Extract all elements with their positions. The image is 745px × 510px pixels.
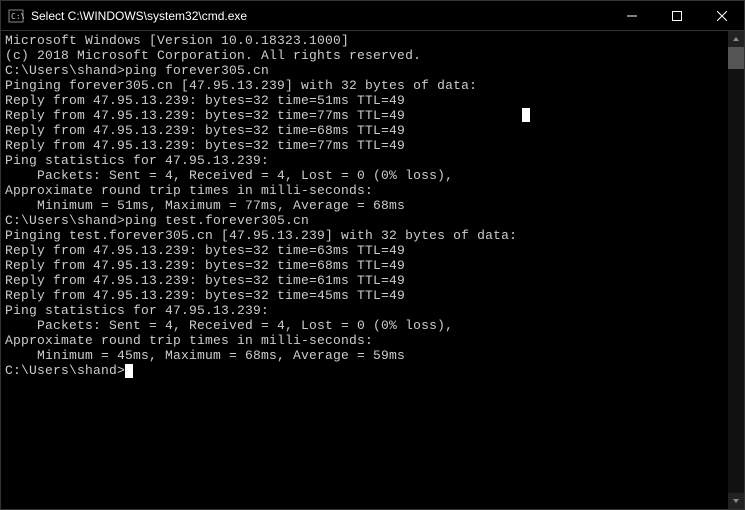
terminal-line: C:\Users\shand>ping forever305.cn bbox=[5, 63, 740, 78]
terminal-line: Reply from 47.95.13.239: bytes=32 time=5… bbox=[5, 93, 740, 108]
terminal-line: Pinging forever305.cn [47.95.13.239] wit… bbox=[5, 78, 740, 93]
terminal-line: Ping statistics for 47.95.13.239: bbox=[5, 303, 740, 318]
cmd-icon: C:\ bbox=[8, 8, 24, 24]
window-controls bbox=[609, 1, 744, 30]
terminal-line: Packets: Sent = 4, Received = 4, Lost = … bbox=[5, 168, 740, 183]
cursor bbox=[125, 364, 133, 378]
terminal-line: C:\Users\shand>ping test.forever305.cn bbox=[5, 213, 740, 228]
maximize-button[interactable] bbox=[654, 1, 699, 30]
terminal-line: Microsoft Windows [Version 10.0.18323.10… bbox=[5, 33, 740, 48]
scroll-up-button[interactable] bbox=[728, 31, 744, 47]
minimize-button[interactable] bbox=[609, 1, 654, 30]
terminal-line: Approximate round trip times in milli-se… bbox=[5, 183, 740, 198]
terminal-line: (c) 2018 Microsoft Corporation. All righ… bbox=[5, 48, 740, 63]
selection-cursor bbox=[522, 108, 530, 122]
titlebar[interactable]: C:\ Select C:\WINDOWS\system32\cmd.exe bbox=[1, 1, 744, 31]
terminal-line: Reply from 47.95.13.239: bytes=32 time=7… bbox=[5, 138, 740, 153]
terminal-line: Reply from 47.95.13.239: bytes=32 time=6… bbox=[5, 243, 740, 258]
svg-text:C:\: C:\ bbox=[11, 12, 24, 21]
terminal-line: Pinging test.forever305.cn [47.95.13.239… bbox=[5, 228, 740, 243]
terminal-output[interactable]: Microsoft Windows [Version 10.0.18323.10… bbox=[1, 31, 744, 509]
scrollbar[interactable] bbox=[728, 31, 744, 509]
terminal-line: Reply from 47.95.13.239: bytes=32 time=6… bbox=[5, 273, 740, 288]
window-title: Select C:\WINDOWS\system32\cmd.exe bbox=[31, 9, 609, 23]
terminal-line: Packets: Sent = 4, Received = 4, Lost = … bbox=[5, 318, 740, 333]
terminal-line: Reply from 47.95.13.239: bytes=32 time=6… bbox=[5, 123, 740, 138]
terminal-line: Reply from 47.95.13.239: bytes=32 time=6… bbox=[5, 258, 740, 273]
close-button[interactable] bbox=[699, 1, 744, 30]
terminal-line: Reply from 47.95.13.239: bytes=32 time=7… bbox=[5, 108, 740, 123]
terminal-line: Minimum = 45ms, Maximum = 68ms, Average … bbox=[5, 348, 740, 363]
terminal-line: Approximate round trip times in milli-se… bbox=[5, 333, 740, 348]
terminal-line: Minimum = 51ms, Maximum = 77ms, Average … bbox=[5, 198, 740, 213]
terminal-line: C:\Users\shand> bbox=[5, 363, 740, 378]
terminal-line: Ping statistics for 47.95.13.239: bbox=[5, 153, 740, 168]
scroll-down-button[interactable] bbox=[728, 493, 744, 509]
terminal-line: Reply from 47.95.13.239: bytes=32 time=4… bbox=[5, 288, 740, 303]
scrollbar-thumb[interactable] bbox=[728, 47, 744, 69]
